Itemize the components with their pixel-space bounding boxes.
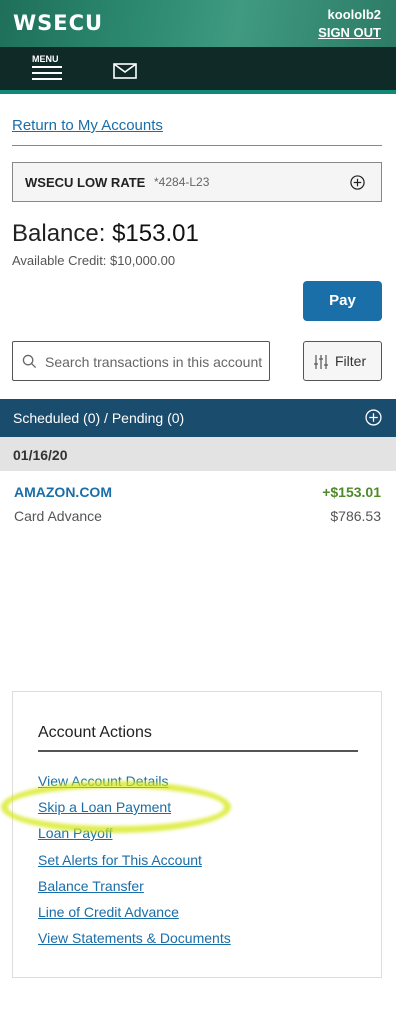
divider	[12, 145, 382, 146]
balance-label: Balance:	[12, 220, 106, 247]
filter-label: Filter	[335, 353, 367, 369]
account-name: WSECU LOW RATE	[25, 175, 146, 190]
transaction-amount: +$153.01	[322, 484, 381, 500]
view-account-details-link[interactable]: View Account Details	[38, 773, 168, 789]
pay-button[interactable]: Pay	[303, 281, 382, 321]
available-credit: Available Credit: $10,000.00	[12, 253, 176, 268]
nav-divider	[0, 90, 396, 94]
balance-value: $153.01	[112, 220, 199, 247]
app-header: WSECU koololb2 SIGN OUT	[0, 0, 396, 47]
set-alerts-link[interactable]: Set Alerts for This Account	[38, 852, 202, 868]
account-number: *4284-L23	[154, 175, 210, 189]
search-icon	[22, 354, 37, 374]
return-to-accounts-link[interactable]: Return to My Accounts	[12, 117, 163, 134]
menu-label: MENU	[32, 54, 59, 64]
envelope-icon[interactable]	[113, 63, 137, 84]
account-actions-title: Account Actions	[38, 724, 152, 741]
balance-transfer-link[interactable]: Balance Transfer	[38, 878, 144, 894]
account-actions-panel: Account Actions View Account Details Ski…	[12, 691, 382, 978]
hamburger-icon	[32, 66, 62, 80]
line-of-credit-advance-link[interactable]: Line of Credit Advance	[38, 904, 179, 920]
plus-circle-icon[interactable]	[350, 175, 365, 195]
sliders-icon	[313, 354, 329, 375]
search-input[interactable]: Search transactions in this account	[12, 341, 270, 381]
username: koololb2	[327, 7, 381, 22]
menu-button[interactable]: MENU	[32, 54, 64, 84]
balance-display: Balance: $153.01	[12, 220, 199, 248]
transaction-type: Card Advance	[14, 508, 102, 524]
scheduled-pending-label: Scheduled (0) / Pending (0)	[13, 410, 185, 426]
view-statements-link[interactable]: View Statements & Documents	[38, 930, 231, 946]
transaction-date-header: 01/16/20	[0, 437, 396, 471]
account-selector[interactable]: WSECU LOW RATE *4284-L23	[12, 162, 382, 202]
filter-button[interactable]: Filter	[303, 341, 382, 381]
divider	[38, 750, 358, 752]
search-placeholder: Search transactions in this account	[45, 354, 263, 370]
plus-circle-icon[interactable]	[365, 409, 382, 431]
skip-loan-payment-link[interactable]: Skip a Loan Payment	[38, 799, 171, 815]
wsecu-logo[interactable]: WSECU	[13, 11, 103, 35]
loan-payoff-link[interactable]: Loan Payoff	[38, 825, 112, 841]
scheduled-pending-bar[interactable]: Scheduled (0) / Pending (0)	[0, 399, 396, 437]
transaction-running-balance: $786.53	[330, 508, 381, 524]
sign-out-link[interactable]: SIGN OUT	[318, 25, 381, 40]
transaction-merchant[interactable]: AMAZON.COM	[14, 484, 112, 500]
transaction-date: 01/16/20	[13, 447, 68, 463]
